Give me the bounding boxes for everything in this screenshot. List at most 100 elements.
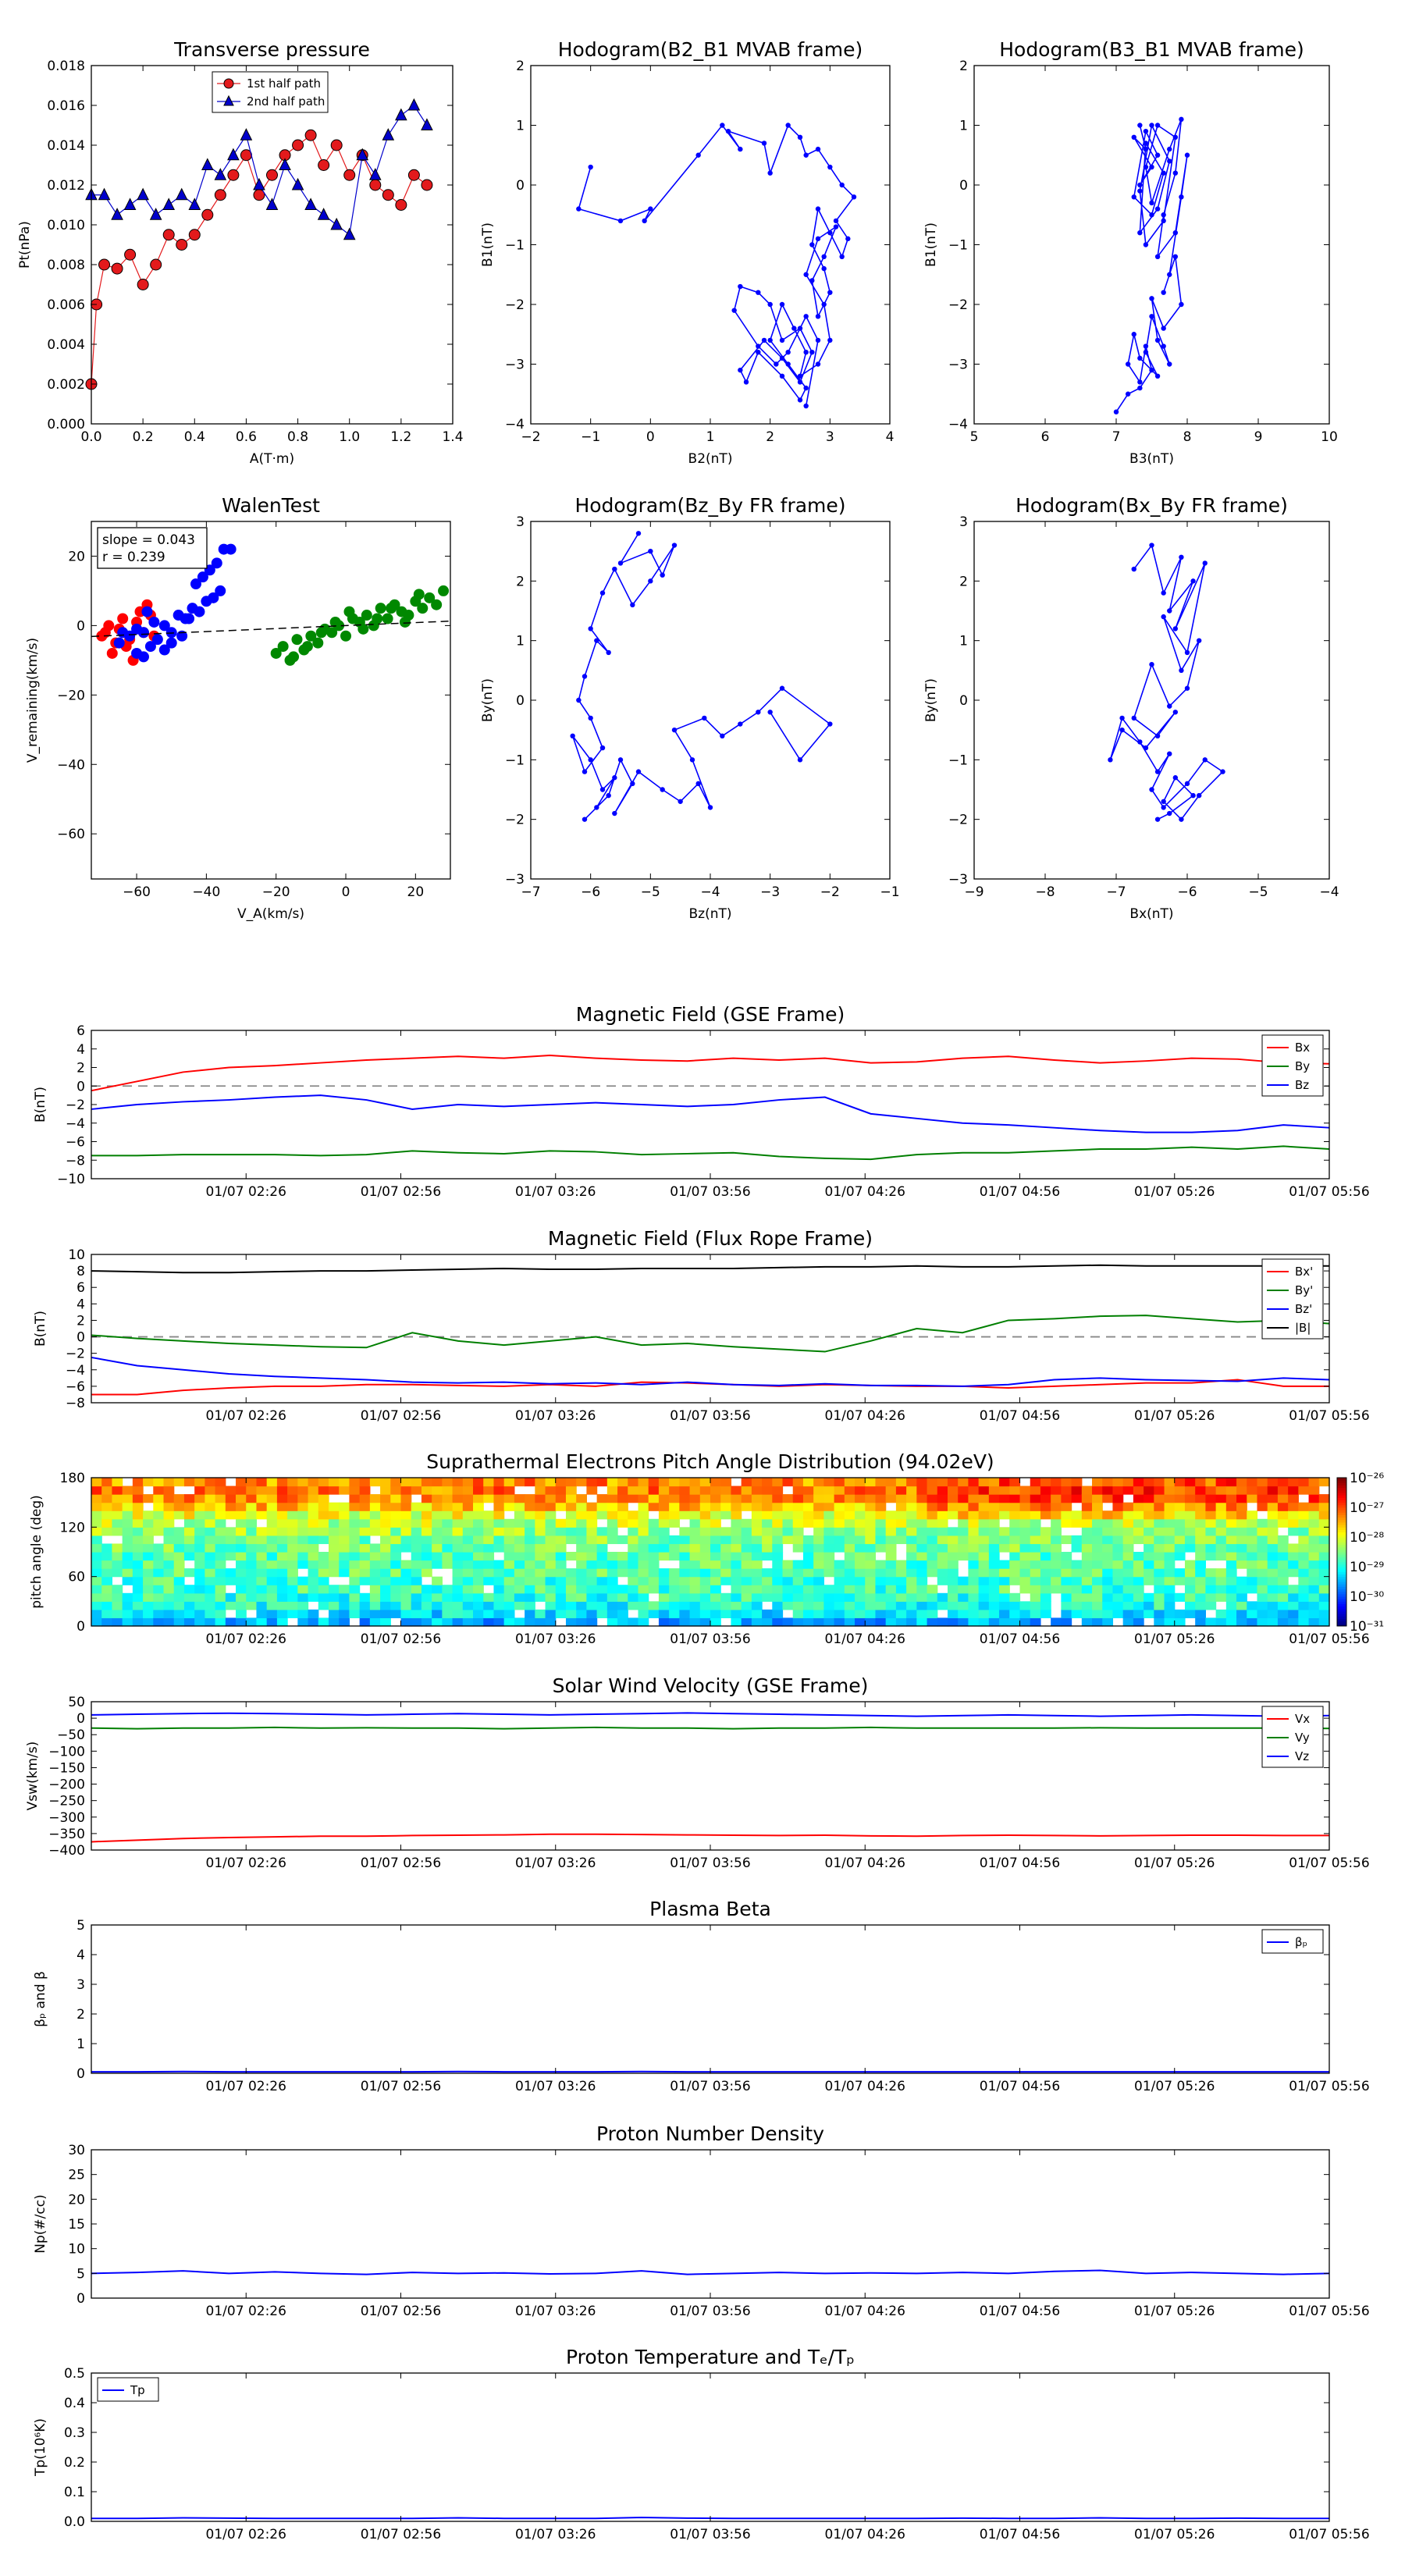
pad-cell	[855, 1518, 866, 1528]
pad-cell	[792, 1535, 804, 1545]
pad-cell	[1298, 1592, 1310, 1602]
pad-cell	[1215, 1592, 1227, 1602]
pad-cell	[535, 1527, 546, 1536]
bfr-ytick-label: 10	[68, 1247, 85, 1263]
pad-cell	[1205, 1592, 1217, 1602]
pad-colorbar-cell	[1337, 1608, 1346, 1612]
pad-cell	[813, 1560, 824, 1569]
pad-cell	[153, 1543, 165, 1553]
pad-cell	[1081, 1609, 1093, 1619]
vsw-xtick-label: 01/07 02:56	[361, 1856, 441, 1871]
pad-cell	[1164, 1485, 1176, 1495]
pad-cell	[617, 1535, 628, 1545]
walen-point	[137, 651, 149, 663]
pad-cell	[256, 1585, 268, 1594]
pad-cell	[400, 1485, 412, 1495]
pad-cell	[380, 1576, 391, 1585]
pad-cell	[359, 1552, 371, 1561]
pad-cell	[194, 1585, 205, 1594]
pad-cell	[823, 1478, 835, 1487]
pad-cell	[359, 1543, 371, 1553]
pad-cell	[483, 1478, 495, 1487]
pad-cell	[246, 1502, 258, 1511]
pad-cell	[349, 1560, 361, 1569]
pad-colorbar-cell	[1337, 1500, 1346, 1503]
pad-cell	[834, 1601, 845, 1610]
pad-cell	[1257, 1560, 1268, 1569]
pad-cell	[318, 1585, 329, 1594]
pad-cell	[999, 1485, 1010, 1495]
np-xtick-label: 01/07 04:56	[980, 2304, 1060, 2319]
pad-cell	[183, 1552, 195, 1561]
pad-cell	[545, 1576, 557, 1585]
pad-cell	[1040, 1478, 1051, 1487]
pad-cell	[308, 1510, 319, 1520]
pad-cell	[1061, 1494, 1072, 1503]
pad-cell	[328, 1535, 340, 1545]
pad-cell	[545, 1485, 557, 1495]
h3-xtick-label: −5	[641, 884, 660, 900]
pad-cell	[276, 1485, 288, 1495]
pad-cell	[958, 1478, 969, 1487]
h2-point	[1172, 134, 1179, 140]
h2-point	[1125, 361, 1131, 367]
walen-point	[291, 634, 303, 646]
pad-cell	[968, 1535, 980, 1545]
pad-cell	[617, 1617, 628, 1627]
pad-colorbar-cell	[1337, 1546, 1346, 1550]
pad-cell	[349, 1609, 361, 1619]
pad-cell	[844, 1601, 855, 1610]
pad-cell	[1236, 1478, 1247, 1487]
pad-cell	[236, 1592, 247, 1602]
pad-cell	[679, 1592, 691, 1602]
pad-cell	[1308, 1543, 1320, 1553]
pad-cell	[215, 1592, 226, 1602]
pad-cell	[813, 1609, 824, 1619]
pad-colorbar-cell	[1337, 1534, 1346, 1538]
pad-cell	[132, 1609, 144, 1619]
pt-point	[227, 169, 240, 181]
pad-cell	[617, 1502, 628, 1511]
pad-cell	[256, 1510, 268, 1520]
pad-cell	[1215, 1585, 1227, 1594]
pad-cell	[1247, 1585, 1258, 1594]
pad-cell	[1225, 1601, 1237, 1610]
pad-cell	[1081, 1502, 1093, 1511]
np-frame	[91, 2149, 1330, 2299]
h1-title: Hodogram(B2_B1 MVAB frame)	[558, 38, 863, 61]
pad-cell	[462, 1609, 474, 1619]
pad-cell	[658, 1502, 670, 1511]
vsw-ytick-label: −150	[48, 1760, 85, 1776]
pad-cell	[432, 1518, 443, 1528]
pad-cell	[132, 1535, 144, 1545]
pad-cell	[576, 1543, 587, 1553]
pad-cell	[865, 1535, 877, 1545]
h1-point	[797, 134, 803, 140]
pad-cell	[369, 1585, 381, 1594]
pt-point	[395, 108, 407, 121]
pad-cell	[328, 1543, 340, 1553]
pad-cell	[906, 1518, 917, 1528]
pad-cell	[978, 1609, 990, 1619]
pad-cell	[875, 1560, 887, 1569]
pad-cell	[813, 1535, 824, 1545]
h2-xtick-label: 9	[1254, 429, 1263, 445]
pad-cell	[844, 1592, 855, 1602]
pad-cell	[958, 1552, 969, 1561]
pad-cell	[937, 1576, 948, 1585]
pad-cell	[91, 1485, 102, 1495]
pad-cell	[246, 1518, 258, 1528]
pad-cell	[369, 1494, 381, 1503]
walen-point	[113, 637, 125, 649]
pad-cell	[1009, 1527, 1021, 1536]
pad-cell	[1102, 1617, 1114, 1627]
pad-cell	[349, 1485, 361, 1495]
pad-cell	[1298, 1617, 1310, 1627]
bgse-series-By	[91, 1145, 1330, 1161]
pad-cell	[978, 1560, 990, 1569]
pad-cell	[380, 1510, 391, 1520]
pad-cell	[710, 1494, 721, 1503]
pad-cell	[266, 1592, 278, 1602]
pad-cell	[710, 1510, 721, 1520]
vsw-series-Vx	[91, 1833, 1329, 1843]
